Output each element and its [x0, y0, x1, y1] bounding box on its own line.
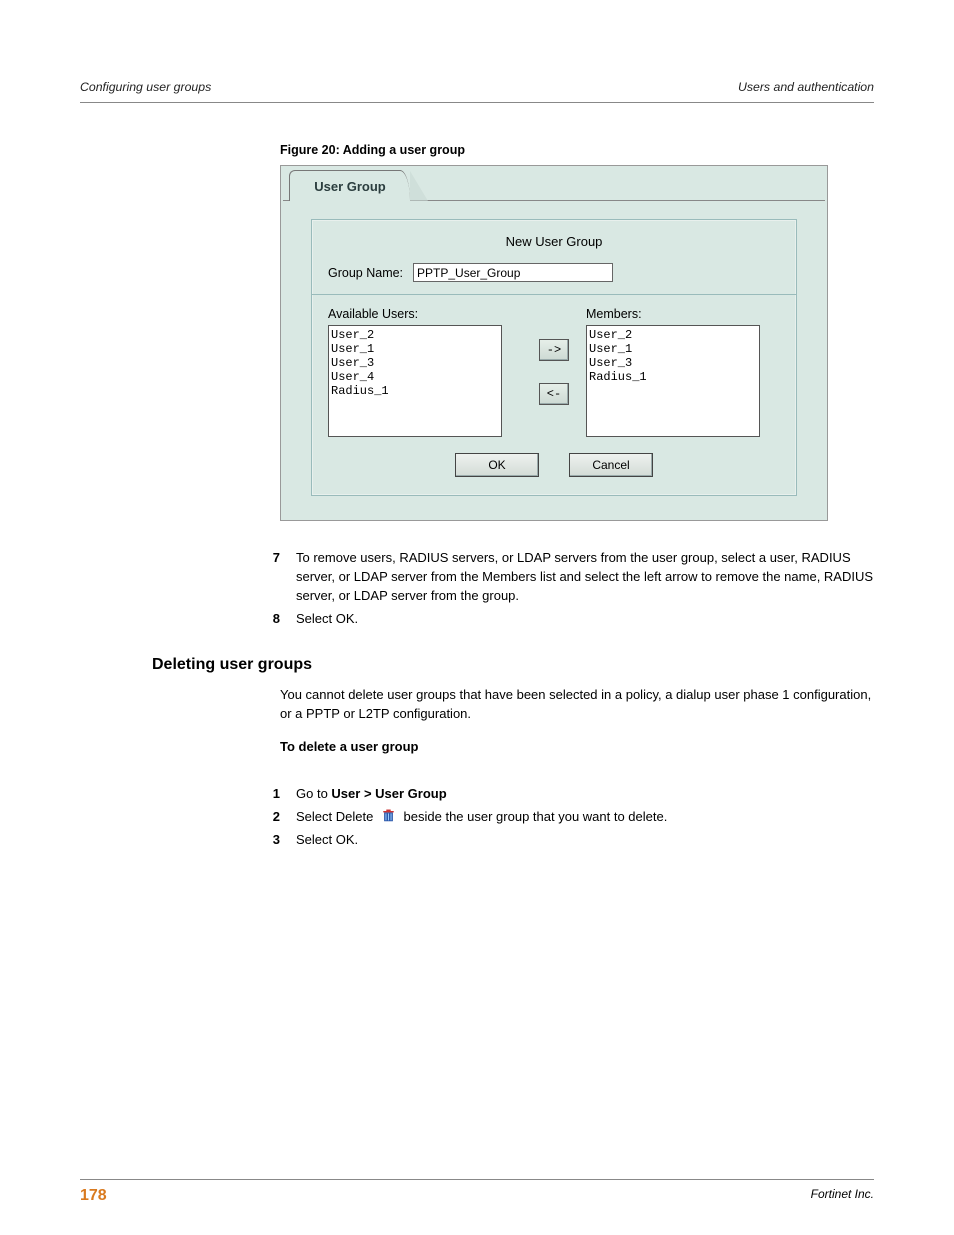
- step-text: Go to User > User Group: [296, 785, 874, 804]
- subheading-to-delete: To delete a user group: [280, 738, 874, 757]
- step-number: 8: [235, 610, 296, 629]
- move-right-button[interactable]: ->: [539, 339, 569, 361]
- step-number: 3: [235, 831, 296, 850]
- list-item[interactable]: User_2: [589, 328, 757, 342]
- available-users-list[interactable]: User_2User_1User_3User_4Radius_1: [328, 325, 502, 437]
- members-label: Members:: [586, 307, 780, 321]
- members-list[interactable]: User_2User_1User_3Radius_1: [586, 325, 760, 437]
- header-right: Users and authentication: [738, 80, 874, 94]
- dialog-title: New User Group: [328, 234, 780, 249]
- step-text: Select OK.: [296, 831, 874, 850]
- available-users-label: Available Users:: [328, 307, 522, 321]
- figure-caption: Figure 20: Adding a user group: [280, 143, 874, 157]
- trash-icon: [381, 809, 396, 823]
- section-heading-deleting-user-groups: Deleting user groups: [152, 656, 874, 674]
- cancel-button[interactable]: Cancel: [569, 453, 653, 477]
- move-left-button[interactable]: <-: [539, 383, 569, 405]
- header-rule: [80, 102, 874, 103]
- footer-company: Fortinet Inc.: [811, 1187, 874, 1205]
- step-text: Select Delete beside the user group that…: [296, 808, 874, 827]
- group-name-label: Group Name:: [328, 266, 403, 280]
- footer-rule: [80, 1179, 874, 1180]
- list-item[interactable]: Radius_1: [331, 384, 499, 398]
- step-number: 2: [235, 808, 296, 827]
- page-number: 178: [80, 1187, 107, 1205]
- step-number: 1: [235, 785, 296, 804]
- list-item[interactable]: Radius_1: [589, 370, 757, 384]
- step-number: 7: [235, 549, 296, 606]
- list-item[interactable]: User_1: [589, 342, 757, 356]
- tab-user-group[interactable]: User Group: [289, 170, 410, 201]
- ok-button[interactable]: OK: [455, 453, 539, 477]
- step-text: Select OK.: [296, 610, 874, 629]
- list-item[interactable]: User_4: [331, 370, 499, 384]
- section-paragraph: You cannot delete user groups that have …: [280, 686, 874, 724]
- step-text: To remove users, RADIUS servers, or LDAP…: [296, 549, 874, 606]
- list-item[interactable]: User_2: [331, 328, 499, 342]
- list-item[interactable]: User_3: [331, 356, 499, 370]
- screenshot-dialog: User Group New User Group Group Name: Av…: [280, 165, 828, 521]
- group-name-input[interactable]: [413, 263, 613, 282]
- list-item[interactable]: User_1: [331, 342, 499, 356]
- header-left: Configuring user groups: [80, 80, 211, 94]
- list-item[interactable]: User_3: [589, 356, 757, 370]
